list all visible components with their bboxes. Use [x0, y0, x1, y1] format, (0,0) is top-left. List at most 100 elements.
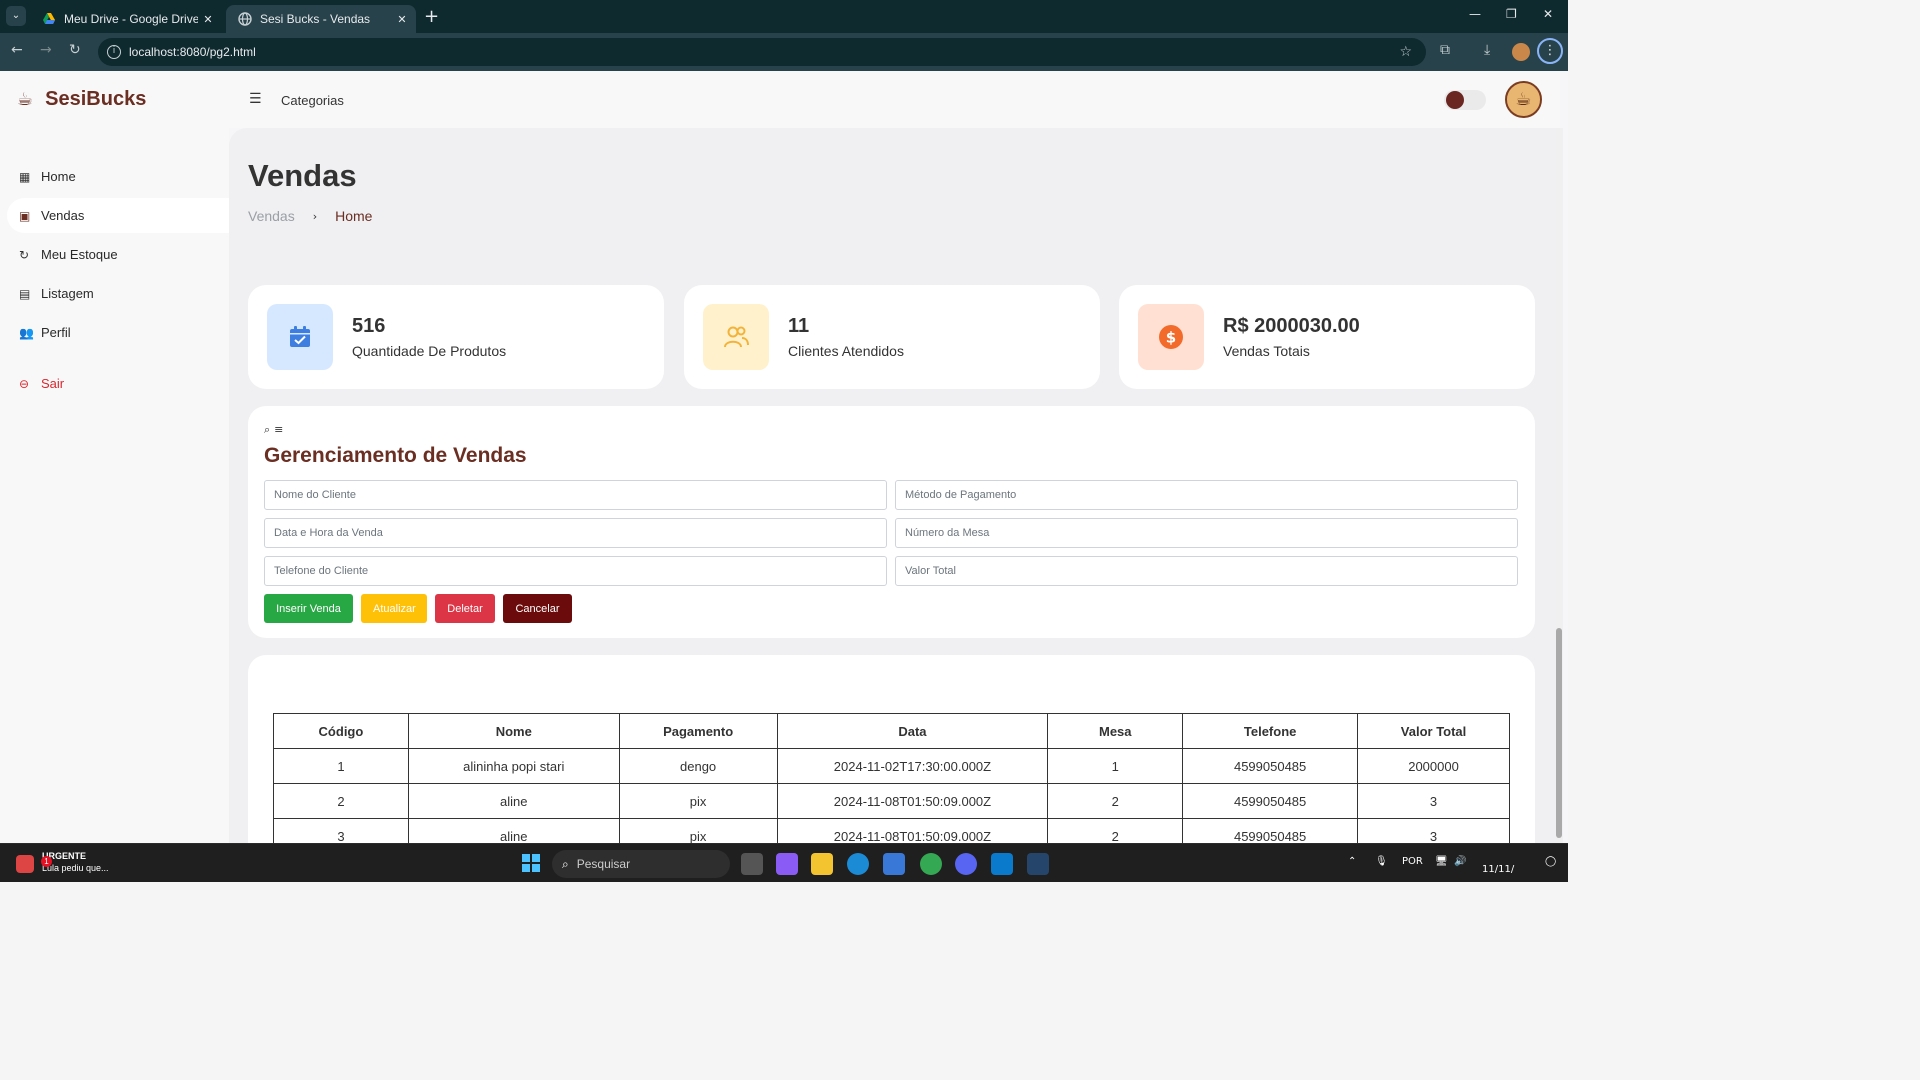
stat-label: Quantidade De Produtos	[352, 343, 507, 359]
close-tab-icon[interactable]: ✕	[392, 13, 412, 26]
news-icon	[16, 855, 34, 873]
table-cell: 4599050485	[1182, 783, 1359, 819]
table-cell: 3	[1357, 818, 1510, 843]
tab-title: Meu Drive - Google Drive	[64, 12, 198, 26]
sidebar-item-label: Meu Estoque	[41, 247, 118, 262]
column-header: Data	[776, 713, 1049, 749]
app-icon[interactable]	[1027, 853, 1049, 875]
page-scrollbar[interactable]	[1555, 128, 1563, 843]
brand-name: SesiBucks	[45, 88, 147, 110]
app-root: ☕ SesiBucks ☰ Categorias ☕ ▦ Home ▣ Vend…	[0, 71, 1568, 843]
breadcrumb-item[interactable]: Vendas	[248, 208, 295, 224]
task-view-icon[interactable]	[741, 853, 763, 875]
cancel-button[interactable]: Cancelar	[503, 594, 572, 623]
column-header: Telefone	[1182, 713, 1359, 749]
microphone-icon[interactable]: 🎙	[1375, 856, 1388, 867]
menu-toggle-icon[interactable]: ☰	[249, 91, 262, 107]
stat-value: 11	[788, 315, 810, 337]
table-cell: 2000000	[1357, 748, 1510, 784]
stat-card-clientes: 11 Clientes Atendidos	[684, 285, 1100, 389]
edge-icon[interactable]	[847, 853, 869, 875]
logout-icon: ⊖	[19, 376, 30, 391]
volume-icon[interactable]: 🔊	[1454, 856, 1466, 867]
table-cell: 4599050485	[1182, 748, 1359, 784]
new-tab-button[interactable]: +	[424, 6, 439, 27]
delete-button[interactable]: Deletar	[435, 594, 495, 623]
reload-icon[interactable]: ↻	[69, 42, 81, 58]
site-info-icon[interactable]: i	[107, 45, 121, 59]
table-cell: aline	[407, 783, 620, 819]
address-bar[interactable]: i localhost:8080/pg2.html ☆	[98, 38, 1426, 66]
message-icon: ▤	[19, 286, 31, 301]
telefone-input[interactable]	[264, 556, 887, 586]
sidebar-item-home[interactable]: ▦ Home	[7, 159, 229, 194]
table-row[interactable]: 2 aline pix 2024-11-08T01:50:09.000Z 2 4…	[273, 783, 1510, 819]
table-row[interactable]: 3 aline pix 2024-11-08T01:50:09.000Z 2 4…	[273, 818, 1510, 843]
notification-center-icon[interactable]: ◯	[1545, 856, 1556, 867]
stat-value: R$ 2000030.00	[1223, 315, 1360, 337]
search-icon[interactable]: ⌕	[264, 423, 274, 436]
categorias-link[interactable]: Categorias	[281, 93, 344, 108]
clock-date[interactable]: 11/11/	[1482, 864, 1514, 875]
bookmark-star-icon[interactable]: ☆	[1399, 44, 1412, 60]
windows-start-icon[interactable]	[522, 854, 540, 872]
taskbar-search[interactable]: ⌕ Pesquisar	[552, 850, 730, 878]
browser-tab-strip: ⌄ Meu Drive - Google Drive ✕ Sesi Bucks …	[0, 0, 1568, 33]
language-indicator[interactable]: POR	[1402, 856, 1423, 867]
dollar-icon: $	[1138, 304, 1204, 370]
numero-mesa-input[interactable]	[895, 518, 1518, 548]
back-icon[interactable]: ←	[11, 42, 23, 58]
table-cell: 2	[273, 783, 409, 819]
data-hora-input[interactable]	[264, 518, 887, 548]
breadcrumb-item-active[interactable]: Home	[335, 208, 372, 224]
chrome-icon[interactable]	[920, 853, 942, 875]
restore-icon[interactable]: ❐	[1506, 7, 1517, 21]
filter-icon[interactable]: ≡	[274, 423, 287, 436]
store-icon[interactable]	[883, 853, 905, 875]
tab-search-button[interactable]: ⌄	[6, 6, 26, 26]
download-icon[interactable]: ⤓	[1484, 42, 1490, 58]
close-tab-icon[interactable]: ✕	[198, 13, 218, 26]
nome-cliente-input[interactable]	[264, 480, 887, 510]
shopping-bag-icon: ▣	[19, 208, 31, 223]
sales-table-card: Código Nome Pagamento Data Mesa Telefone…	[248, 655, 1535, 843]
extensions-icon[interactable]: ⧉	[1440, 42, 1450, 58]
discord-icon[interactable]	[955, 853, 977, 875]
sidebar-item-sair[interactable]: ⊖ Sair	[7, 366, 229, 401]
notification-widget[interactable]: 1 URGENTE Lula pediu que...	[16, 851, 109, 873]
forward-icon[interactable]: →	[40, 42, 52, 58]
browser-profile-avatar[interactable]	[1512, 43, 1530, 61]
sidebar-item-perfil[interactable]: 👥 Perfil	[7, 315, 229, 350]
sidebar-item-label: Vendas	[41, 208, 85, 223]
theme-toggle[interactable]	[1444, 90, 1486, 110]
main-content: Vendas Vendas › Home 516 Quantidade De P…	[229, 128, 1555, 843]
svg-text:$: $	[1166, 329, 1176, 347]
sidebar-item-listagem[interactable]: ▤ Listagem	[7, 276, 229, 311]
sidebar-item-vendas[interactable]: ▣ Vendas	[7, 198, 229, 233]
update-button[interactable]: Atualizar	[361, 594, 427, 623]
sidebar-item-meu-estoque[interactable]: ↻ Meu Estoque	[7, 237, 229, 272]
form-tools: ⌕≡	[264, 423, 287, 437]
table-cell: 2024-11-08T01:50:09.000Z	[776, 818, 1049, 843]
file-explorer-icon[interactable]	[811, 853, 833, 875]
valor-total-input[interactable]	[895, 556, 1518, 586]
column-header: Valor Total	[1357, 713, 1510, 749]
tab-google-drive[interactable]: Meu Drive - Google Drive ✕	[30, 5, 222, 33]
vscode-icon[interactable]	[991, 853, 1013, 875]
scrollbar-thumb[interactable]	[1556, 628, 1562, 838]
chevron-up-icon[interactable]: ⌃	[1348, 856, 1356, 867]
metodo-pagamento-input[interactable]	[895, 480, 1518, 510]
copilot-icon[interactable]	[776, 853, 798, 875]
brand-logo[interactable]: ☕ SesiBucks	[17, 88, 146, 111]
insert-sale-button[interactable]: Inserir Venda	[264, 594, 353, 623]
minimize-icon[interactable]: —	[1469, 7, 1481, 21]
tab-sesi-bucks[interactable]: Sesi Bucks - Vendas ✕	[226, 5, 416, 33]
stat-card-produtos: 516 Quantidade De Produtos	[248, 285, 664, 389]
browser-menu-icon[interactable]: ⋮	[1537, 38, 1563, 64]
network-icon[interactable]: 🖥	[1435, 856, 1448, 867]
table-row[interactable]: 1 alininha popi stari dengo 2024-11-02T1…	[273, 748, 1510, 784]
url-text: localhost:8080/pg2.html	[129, 45, 256, 59]
close-window-icon[interactable]: ✕	[1543, 7, 1553, 21]
stat-label: Clientes Atendidos	[788, 343, 904, 359]
user-avatar[interactable]: ☕	[1505, 81, 1542, 118]
